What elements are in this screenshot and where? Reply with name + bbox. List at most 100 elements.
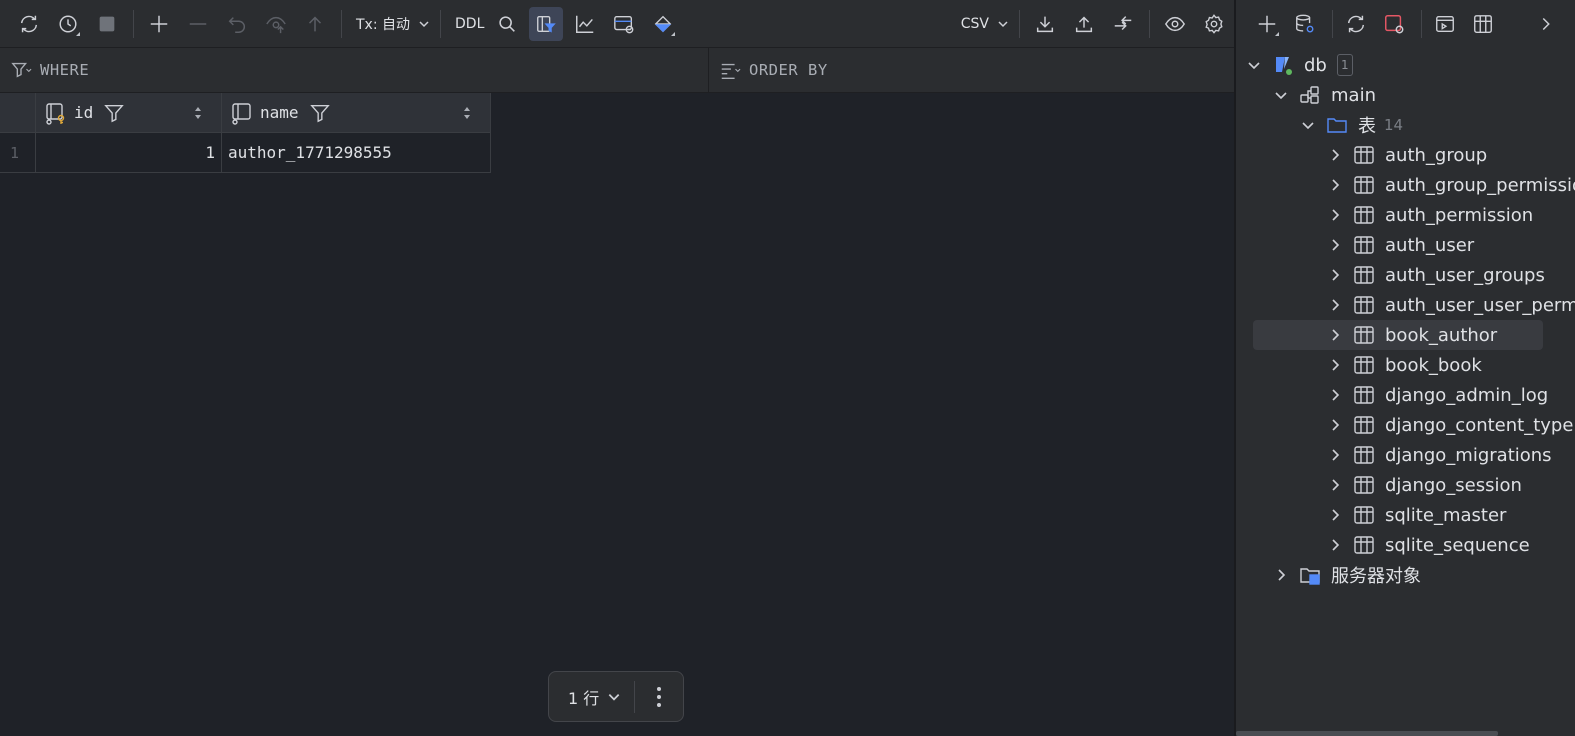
export-button[interactable] bbox=[1028, 7, 1062, 41]
table-view-button[interactable] bbox=[1466, 7, 1500, 41]
transaction-mode-dropdown[interactable]: Tx: 自动 bbox=[350, 7, 436, 41]
schema-icon bbox=[1300, 86, 1319, 104]
plus-icon bbox=[150, 15, 168, 32]
chevron-right-icon[interactable] bbox=[1327, 357, 1343, 373]
delete-row-button[interactable] bbox=[181, 7, 215, 41]
chart-button[interactable] bbox=[568, 7, 602, 41]
chevron-right-icon[interactable] bbox=[1327, 387, 1343, 403]
chevron-right-icon[interactable] bbox=[1327, 267, 1343, 283]
chevron-right-icon[interactable] bbox=[1327, 507, 1343, 523]
tree-table-auth-user[interactable]: auth_user bbox=[1327, 230, 1474, 260]
refresh-button[interactable] bbox=[12, 7, 46, 41]
table-icon bbox=[1354, 476, 1374, 494]
chevron-down-icon[interactable] bbox=[1300, 117, 1316, 133]
view-button[interactable] bbox=[1158, 7, 1192, 41]
chevron-right-icon[interactable] bbox=[1327, 297, 1343, 313]
chevron-down-icon[interactable] bbox=[1246, 57, 1262, 73]
table-row[interactable]: 1 1 author_1771298555 bbox=[0, 133, 491, 173]
table-name: sqlite_sequence bbox=[1385, 534, 1530, 556]
horizontal-scrollbar[interactable] bbox=[1236, 731, 1498, 736]
chevron-down-icon bbox=[419, 20, 429, 27]
chevron-right-icon[interactable] bbox=[1327, 447, 1343, 463]
table-icon bbox=[1354, 266, 1374, 284]
tree-table-book-book[interactable]: book_book bbox=[1327, 350, 1482, 380]
chevron-down-icon[interactable] bbox=[1273, 87, 1289, 103]
revert-button[interactable] bbox=[220, 7, 254, 41]
expand-toolbar-button[interactable] bbox=[1529, 7, 1563, 41]
table-icon bbox=[1354, 326, 1374, 344]
where-filter-input[interactable]: WHERE bbox=[0, 48, 709, 92]
column-header-name[interactable]: name bbox=[222, 93, 491, 132]
tree-table-auth-user-groups[interactable]: auth_user_groups bbox=[1327, 260, 1545, 290]
history-button[interactable] bbox=[51, 7, 85, 41]
chevron-right-icon[interactable] bbox=[1273, 567, 1289, 583]
tree-table-auth-group[interactable]: auth_group bbox=[1327, 140, 1487, 170]
filter-toggle-button[interactable] bbox=[529, 6, 564, 41]
column-header-id[interactable]: id bbox=[36, 93, 222, 132]
more-options-button[interactable] bbox=[635, 686, 683, 708]
chevron-right-icon[interactable] bbox=[1327, 207, 1343, 223]
settings-button[interactable] bbox=[1197, 7, 1231, 41]
add-row-button[interactable] bbox=[142, 7, 176, 41]
view-mode-button[interactable] bbox=[607, 7, 641, 41]
chevron-right-icon[interactable] bbox=[1327, 417, 1343, 433]
refresh-icon bbox=[1347, 15, 1365, 33]
primary-key-column-icon bbox=[46, 102, 65, 125]
tree-server-objects[interactable]: 服务器对象 bbox=[1273, 560, 1421, 590]
tree-schema[interactable]: main bbox=[1273, 80, 1376, 110]
column-filter-icon[interactable] bbox=[309, 102, 331, 124]
tree-table-sqlite-master[interactable]: sqlite_master bbox=[1327, 500, 1506, 530]
line-chart-icon bbox=[576, 15, 594, 33]
tree-table-django-session[interactable]: django_session bbox=[1327, 470, 1522, 500]
where-label: WHERE bbox=[40, 61, 90, 79]
column-filter-icon[interactable] bbox=[103, 102, 125, 124]
color-button[interactable] bbox=[646, 7, 680, 41]
table-icon bbox=[1354, 356, 1374, 374]
cell-id[interactable]: 1 bbox=[36, 133, 222, 172]
tree-tables-folder[interactable]: 表 14 bbox=[1300, 110, 1403, 140]
tree-table-django-migrations[interactable]: django_migrations bbox=[1327, 440, 1552, 470]
explorer-refresh-button[interactable] bbox=[1339, 7, 1373, 41]
page-size-dropdown[interactable]: 1 行 bbox=[549, 685, 634, 709]
data-source-properties-button[interactable] bbox=[1288, 7, 1322, 41]
database-explorer-pane: db 1 main 表 14 auth_group auth_group_permissio… bbox=[1236, 0, 1575, 736]
import-button[interactable] bbox=[1067, 7, 1101, 41]
tree-table-auth-user-user-permissions[interactable]: auth_user_user_permissions bbox=[1327, 290, 1575, 320]
search-button[interactable] bbox=[490, 7, 524, 41]
tree-table-auth-group-permissions[interactable]: auth_group_permissions bbox=[1327, 170, 1575, 200]
sort-arrows-icon[interactable] bbox=[462, 106, 472, 120]
transfer-icon bbox=[1114, 15, 1132, 30]
preview-changes-button[interactable] bbox=[259, 7, 293, 41]
undo-icon bbox=[228, 16, 245, 33]
chevron-right-icon[interactable] bbox=[1327, 237, 1343, 253]
tree-table-sqlite-sequence[interactable]: sqlite_sequence bbox=[1327, 530, 1530, 560]
disconnect-button[interactable] bbox=[1377, 7, 1411, 41]
tree-table-django-content-type[interactable]: django_content_type bbox=[1327, 410, 1573, 440]
tree-db[interactable]: db 1 bbox=[1246, 50, 1353, 80]
chevron-right-icon[interactable] bbox=[1327, 327, 1343, 343]
table-icon bbox=[1354, 146, 1374, 164]
chevron-right-icon[interactable] bbox=[1327, 177, 1343, 193]
chevron-right-icon[interactable] bbox=[1327, 477, 1343, 493]
compare-button[interactable] bbox=[1106, 7, 1140, 41]
export-format-dropdown[interactable]: CSV bbox=[955, 7, 1015, 41]
new-button[interactable] bbox=[1250, 7, 1284, 41]
table-icon bbox=[1354, 236, 1374, 254]
arrow-up-icon bbox=[308, 16, 322, 31]
jump-to-console-button[interactable] bbox=[1428, 7, 1462, 41]
stop-button[interactable] bbox=[90, 7, 124, 41]
ddl-button[interactable]: DDL bbox=[449, 7, 490, 41]
table-icon bbox=[1354, 176, 1374, 194]
sort-arrows-icon[interactable] bbox=[193, 106, 203, 120]
chevron-right-icon[interactable] bbox=[1327, 537, 1343, 553]
cell-name[interactable]: author_1771298555 bbox=[222, 133, 491, 172]
tables-count: 14 bbox=[1384, 116, 1404, 134]
order-by-input[interactable]: ORDER BY bbox=[709, 48, 828, 92]
tree-table-book-author[interactable]: book_author bbox=[1327, 320, 1497, 350]
tree-table-auth-permission[interactable]: auth_permission bbox=[1327, 200, 1533, 230]
tree-table-django-admin-log[interactable]: django_admin_log bbox=[1327, 380, 1548, 410]
chevron-right-icon[interactable] bbox=[1327, 147, 1343, 163]
submit-button[interactable] bbox=[298, 7, 332, 41]
table-name: auth_group_permissions bbox=[1385, 174, 1575, 196]
chevron-down-icon bbox=[998, 20, 1008, 27]
